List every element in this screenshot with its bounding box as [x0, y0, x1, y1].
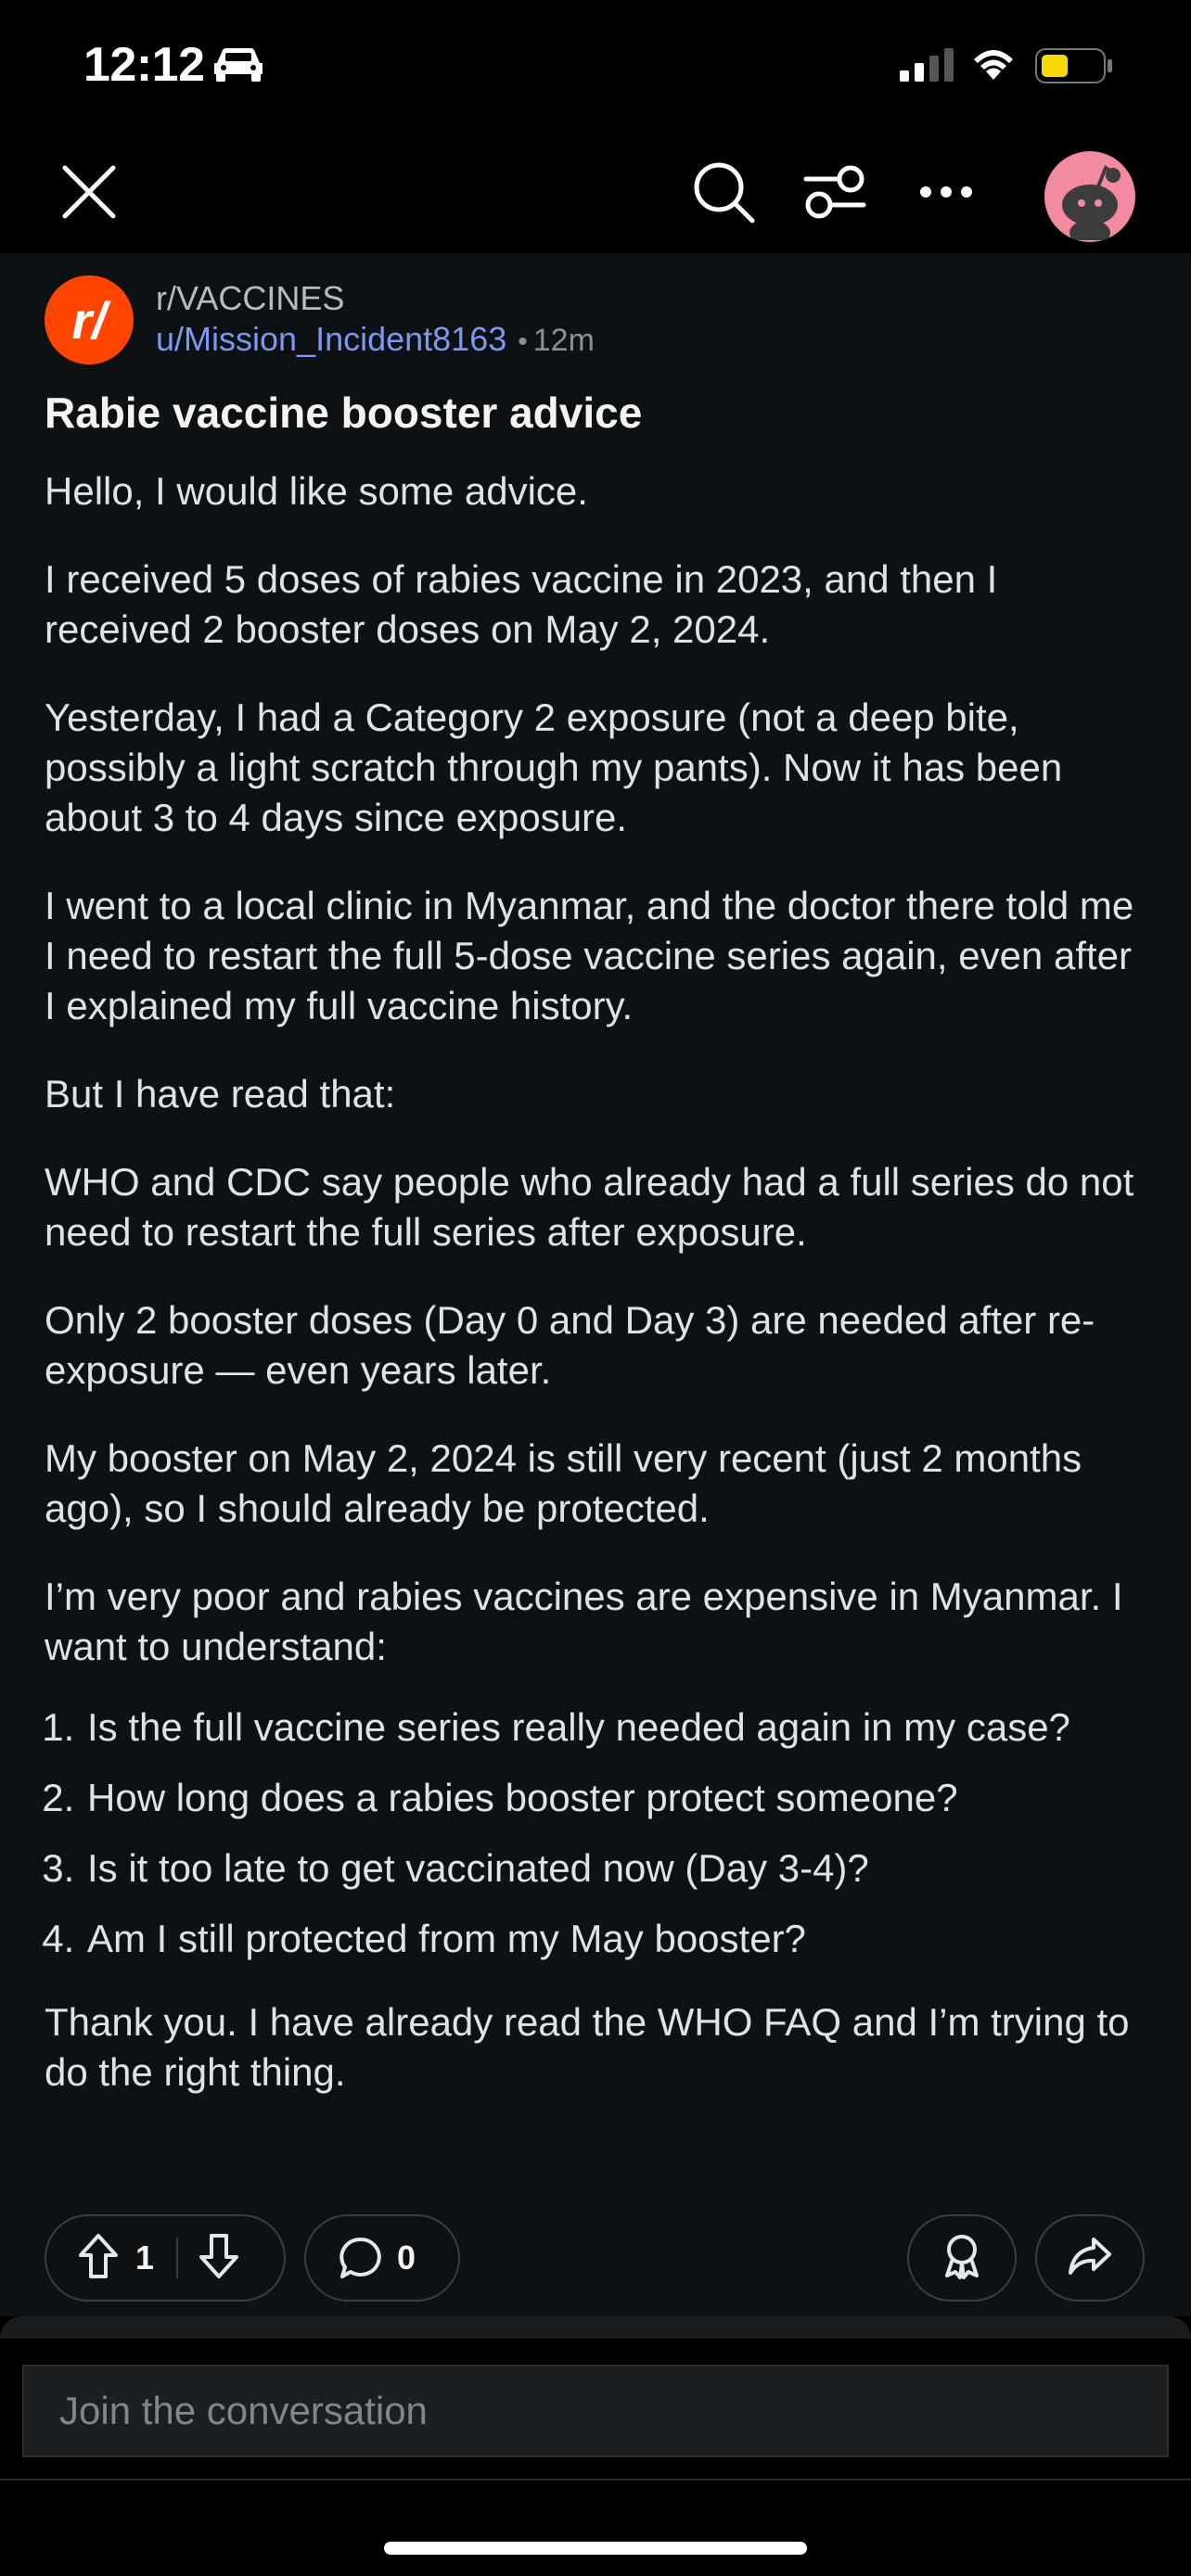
car-icon [211, 46, 265, 88]
post-title: Rabie vaccine booster advice [45, 389, 643, 437]
post-body: Hello, I would like some advice. I recei… [45, 466, 1148, 2136]
sliders-icon [802, 164, 867, 224]
body-paragraph: But I have read that: [45, 1072, 396, 1116]
home-indicator[interactable] [384, 2542, 807, 2555]
list-item: Is the full vaccine series really needed… [85, 1702, 1148, 1753]
list-item: Is it too late to get vaccinated now (Da… [85, 1843, 1148, 1894]
more-options-button[interactable] [909, 157, 983, 231]
filter-button[interactable] [798, 157, 872, 231]
upvote-icon [78, 2233, 119, 2284]
comment-composer: Join the conversation [0, 2316, 1191, 2576]
downvote-icon [198, 2233, 239, 2284]
more-icon [918, 185, 974, 204]
post-age: 12m [532, 323, 595, 358]
body-paragraph: Only 2 booster doses (Day 0 and Day 3) a… [45, 1298, 1095, 1392]
close-icon [59, 162, 119, 226]
body-paragraph: My booster on May 2, 2024 is still very … [45, 1436, 1082, 1530]
body-paragraph: Thank you. I have already read the WHO F… [45, 2000, 1130, 2094]
vote-control: 1 [45, 2214, 286, 2302]
body-paragraph: Yesterday, I had a Category 2 exposure (… [45, 695, 1063, 839]
body-paragraph: WHO and CDC say people who already had a… [45, 1160, 1134, 1254]
join-conversation-input[interactable]: Join the conversation [22, 2365, 1169, 2457]
list-item: Am I still protected from my May booster… [85, 1914, 1148, 1964]
body-paragraph: I received 5 doses of rabies vaccine in … [45, 557, 998, 651]
subreddit-name[interactable]: r/VACCINES [156, 279, 344, 318]
post: r/ r/VACCINES u/Mission_Incident8163 • 12m… [0, 253, 1191, 2316]
top-navigation [0, 134, 1191, 253]
list-item: How long does a rabies booster protect s… [85, 1773, 1148, 1823]
signal-icon [900, 48, 955, 86]
body-paragraph: I went to a local clinic in Myanmar, and… [45, 884, 1134, 1027]
composer-bottom-divider [0, 2479, 1191, 2480]
user-avatar[interactable] [1044, 151, 1135, 242]
share-icon [1068, 2236, 1112, 2281]
wifi-icon [970, 45, 1017, 86]
subreddit-icon[interactable]: r/ [45, 275, 134, 364]
body-paragraph: I’m very poor and rabies vaccines are ex… [45, 1575, 1123, 1668]
status-bar: 12:12 [0, 0, 1191, 134]
award-button[interactable] [907, 2214, 1017, 2302]
snoo-avatar-icon [1044, 151, 1135, 242]
vote-count: 1 [135, 2238, 155, 2276]
vote-divider [176, 2238, 179, 2278]
award-icon [940, 2233, 984, 2284]
close-button[interactable] [52, 157, 126, 231]
question-list: Is the full vaccine series really needed… [45, 1702, 1148, 1964]
search-button[interactable] [686, 157, 761, 231]
upvote-button[interactable] [78, 2233, 119, 2284]
separator-dot: • [518, 326, 528, 357]
battery-icon [1035, 48, 1115, 88]
comment-count: 0 [397, 2238, 416, 2276]
post-author[interactable]: u/Mission_Incident8163 [156, 320, 506, 358]
comment-icon [339, 2237, 382, 2279]
comments-button[interactable]: 0 [304, 2214, 460, 2302]
status-time: 12:12 [83, 38, 205, 92]
downvote-button[interactable] [198, 2233, 239, 2284]
post-actions: 1 0 [0, 2214, 1191, 2303]
share-button[interactable] [1035, 2214, 1145, 2302]
composer-divider [0, 2316, 1191, 2339]
post-meta: u/Mission_Incident8163 • 12m [156, 320, 595, 359]
search-icon [691, 159, 756, 229]
subreddit-logo-text: r/ [71, 290, 107, 350]
body-paragraph: Hello, I would like some advice. [45, 469, 588, 513]
